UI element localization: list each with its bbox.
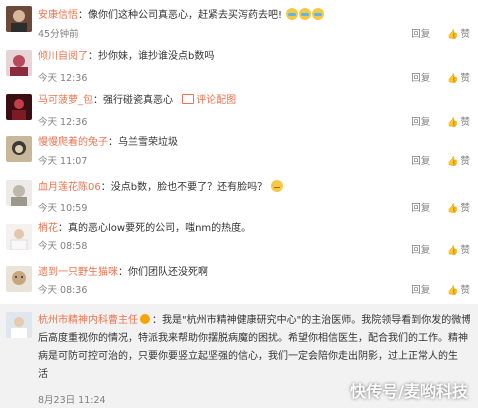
- comment-text-line-2: 后高度重视你的情况，特派我来帮助你摆脱病魔的困扰。希望你相信医生，配合我们的工作…: [38, 333, 468, 344]
- reply-button[interactable]: 回复: [411, 203, 430, 214]
- avatar[interactable]: [6, 312, 32, 338]
- thumbs-up-icon: 👍: [447, 74, 459, 84]
- avatar[interactable]: [6, 224, 32, 250]
- commenter-name[interactable]: 遗到一只野生猫咪: [38, 267, 118, 278]
- commenter-name[interactable]: 慢慢爬着的兔子: [38, 137, 108, 148]
- like-button[interactable]: 👍 赞: [447, 117, 470, 128]
- thumbs-up-icon: 👍: [447, 246, 459, 256]
- commenter-name[interactable]: 安康信悟: [38, 10, 78, 21]
- like-label: 赞: [460, 245, 470, 256]
- comment-text: ：强行碰瓷真恶心: [93, 95, 173, 106]
- reply-button[interactable]: 回复: [411, 117, 430, 128]
- commenter-name[interactable]: 杭州市精神内科曹主任: [38, 315, 138, 326]
- comment-time: 今天 08:58: [38, 241, 88, 252]
- like-button[interactable]: 👍 赞: [447, 285, 470, 296]
- like-button[interactable]: 👍 赞: [447, 203, 470, 214]
- like-button[interactable]: 👍 赞: [447, 73, 470, 84]
- comment-item: 倾川自阅了：抄你妹，谁抄谁没点b数吗 今天 12:36 回复 👍 赞: [0, 42, 478, 86]
- comment-time: 今天 08:36: [38, 285, 88, 296]
- comment-text: ：没点b数，脸也不要了？还有脸吗？: [100, 182, 268, 193]
- comment-item: 马可菠萝_包：强行碰瓷真恶心 评论配图 今天 12:36 回复 👍 赞: [0, 86, 478, 130]
- commenter-name[interactable]: 梢花: [38, 223, 58, 234]
- like-label: 赞: [460, 156, 470, 167]
- image-icon: [182, 94, 195, 104]
- reply-button[interactable]: 回复: [411, 156, 430, 167]
- commenter-name[interactable]: 血月莲花陈06: [38, 182, 101, 193]
- thumbs-up-icon: 👍: [447, 118, 459, 128]
- comment-item: 梢花：真的恶心low要死的公司，嗤nm的热度。 今天 08:58 回复 👍 赞: [0, 216, 478, 260]
- comment-text: ：你们团队还没死啊: [118, 267, 208, 278]
- smirk-emoji-icon: [271, 180, 284, 192]
- comment-time: 8月23日 11:24: [38, 395, 106, 406]
- avatar[interactable]: [6, 50, 32, 76]
- thumbs-up-icon: 👍: [447, 286, 459, 296]
- comment-text: ：像你们这种公司真恶心，赶紧去买泻药去吧!: [78, 10, 283, 21]
- crying-emoji-icon: [286, 8, 299, 20]
- commenter-name[interactable]: 马可菠萝_包: [38, 95, 93, 106]
- reply-button[interactable]: 回复: [411, 285, 430, 296]
- avatar[interactable]: [6, 266, 32, 292]
- avatar[interactable]: [6, 136, 32, 162]
- thumbs-up-icon: 👍: [447, 204, 459, 214]
- comment-time: 今天 12:36: [38, 117, 88, 128]
- like-label: 赞: [460, 29, 470, 40]
- crying-emoji-icon: [299, 8, 312, 20]
- comment-time: 今天 10:59: [38, 203, 88, 214]
- comment-time: 45分钟前: [38, 29, 79, 40]
- comment-time: 今天 12:36: [38, 73, 88, 84]
- comment-item-highlighted: 杭州市精神内科曹主任 ：我是"杭州市精神健康研究中心"的主治医师。我院领导看到你发…: [0, 304, 478, 408]
- crying-emoji-icon: [312, 8, 325, 20]
- comment-text-line-1: ：我是"杭州市精神健康研究中心"的主治医师。我院领导看到你发的微博: [152, 315, 470, 326]
- like-button[interactable]: 👍 赞: [447, 29, 470, 40]
- like-label: 赞: [460, 285, 470, 296]
- comment-text: ：抄你妹，谁抄谁没点b数吗: [88, 51, 215, 62]
- avatar[interactable]: [6, 6, 32, 32]
- comment-text: ：乌兰雪荣垃圾: [108, 137, 178, 148]
- like-label: 赞: [460, 203, 470, 214]
- like-button[interactable]: 👍 赞: [447, 156, 470, 167]
- comment-text-line-3: 病是可防可控可治的，只要你要竖立起坚强的信心，我们一定会陪你走出阴影，过上正常人…: [38, 351, 458, 362]
- avatar[interactable]: [6, 94, 32, 120]
- reply-button[interactable]: 回复: [411, 245, 430, 256]
- comment-item: 安康信悟：像你们这种公司真恶心，赶紧去买泻药去吧! 45分钟前 回复 👍 赞: [0, 0, 478, 42]
- like-label: 赞: [460, 73, 470, 84]
- comment-image-link[interactable]: 评论配图: [196, 95, 236, 106]
- comment-list: 安康信悟：像你们这种公司真恶心，赶紧去买泻药去吧! 45分钟前 回复 👍 赞 倾川…: [0, 0, 478, 408]
- reply-button[interactable]: 回复: [411, 29, 430, 40]
- thumbs-up-icon: 👍: [447, 157, 459, 167]
- comment-item: 慢慢爬着的兔子：乌兰雪荣垃圾 今天 11:07 回复 👍 赞: [0, 130, 478, 172]
- like-button[interactable]: 👍 赞: [447, 245, 470, 256]
- reply-button[interactable]: 回复: [411, 73, 430, 84]
- verified-badge-icon: [140, 314, 150, 324]
- like-label: 赞: [460, 117, 470, 128]
- comment-time: 今天 11:07: [38, 156, 88, 167]
- thumbs-up-icon: 👍: [447, 30, 459, 40]
- commenter-name[interactable]: 倾川自阅了: [38, 51, 88, 62]
- comment-item: 血月莲花陈06：没点b数，脸也不要了？还有脸吗？ 今天 10:59 回复 👍 赞: [0, 172, 478, 216]
- comment-text: ：真的恶心low要死的公司，嗤nm的热度。: [58, 223, 252, 234]
- avatar[interactable]: [6, 180, 32, 206]
- comment-text-line-4: 活: [38, 369, 48, 380]
- comment-item: 遗到一只野生猫咪：你们团队还没死啊 今天 08:36 回复 👍 赞: [0, 260, 478, 304]
